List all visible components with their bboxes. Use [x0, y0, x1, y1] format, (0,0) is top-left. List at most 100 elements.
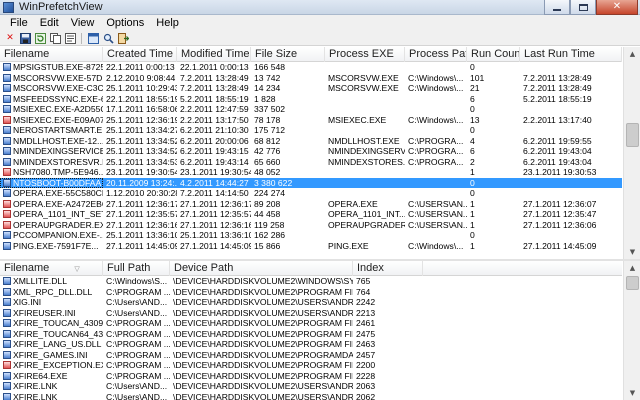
cell-text: \DEVICE\HARDDISKVOLUME2\PROGRAM FILES ..…: [173, 370, 353, 381]
cell-run-counter: 0: [467, 125, 520, 136]
cell-text: C:\PROGRAM ...: [106, 328, 170, 339]
delete-icon[interactable]: ✕: [4, 32, 16, 44]
cell-filename: XML_RPC_DLL.DLL: [0, 287, 103, 298]
table-row[interactable]: PCCOMPANION.EXE-... 25.1.2011 13:36:10 25.…: [0, 230, 622, 241]
prefetch-files-list[interactable]: Filename Created Time Modified Time File…: [0, 47, 640, 260]
referenced-files-list[interactable]: Filename ▽ Full Path Device Path Index X…: [0, 261, 640, 400]
cell-filename: OPERAUPGRADER.EXE...: [0, 220, 103, 231]
cell-device-path: \DEVICE\HARDDISKVOLUME2\PROGRAM FILES ..…: [170, 360, 353, 371]
scroll-up-icon[interactable]: ▲: [624, 261, 640, 275]
column-header-full-path[interactable]: Full Path: [103, 261, 170, 276]
table-row[interactable]: MSIEXEC.EXE-A2D55C...17.1.2011 16:58:062…: [0, 104, 622, 115]
menu-file[interactable]: File: [4, 15, 34, 31]
table-row[interactable]: XFIRE_EXCEPTION.EXE C:\PROGRAM ... \DEVICE…: [0, 360, 622, 371]
copy-icon[interactable]: [49, 32, 61, 44]
cell-file-size: 44 458: [251, 209, 325, 220]
file-icon: [3, 105, 11, 113]
table-row[interactable]: XMLLITE.DLL C:\Windows\S... \DEVICE\HARDDI…: [0, 276, 622, 287]
table-row[interactable]: NEROSTARTSMART.E... 25.1.2011 13:34:27 6.2…: [0, 125, 622, 136]
cell-file-size: 68 812: [251, 136, 325, 147]
table-row[interactable]: XML_RPC_DLL.DLL C:\PROGRAM ... \DEVICE\HAR…: [0, 287, 622, 298]
table-row[interactable]: OPERA.EXE-55C580CF...1.12.2010 20:30:287…: [0, 188, 622, 199]
cell-text: XFIREUSER.INI: [13, 307, 76, 318]
table-row[interactable]: NMINDEXINGSERVICE... 25.1.2011 13:34:52 6.…: [0, 146, 622, 157]
cell-file-size: 337 502: [251, 104, 325, 115]
table-row[interactable]: NTOSBOOT-B00DFAA... 20.11.2009 13:24:... 4…: [0, 177, 622, 188]
cell-text: 1: [470, 240, 475, 251]
cell-text: 15 866: [254, 240, 281, 251]
table-row[interactable]: NMDLLHOST.EXE-12... 25.1.2011 13:34:52 6.2…: [0, 136, 622, 147]
close-button[interactable]: ✕: [596, 0, 638, 15]
table-row[interactable]: XFIRE.LNK C:\Users\AND... \DEVICE\HARDDISK…: [0, 381, 622, 392]
menu-help[interactable]: Help: [150, 15, 185, 31]
minimize-button[interactable]: [544, 0, 570, 15]
table-row[interactable]: MSCORSVW.EXE-C3C... 25.1.2011 10:29:43 7.2…: [0, 83, 622, 94]
table-row[interactable]: MPSIGSTUB.EXE-8725... 22.1.2011 0:00:13 22…: [0, 62, 622, 73]
exit-icon[interactable]: [117, 32, 129, 44]
cell-run-counter: 2: [467, 157, 520, 168]
cell-filename: XFIRE_GAMES.INI: [0, 350, 103, 361]
column-header-modified-time[interactable]: Modified Time: [177, 47, 251, 62]
cell-text: \DEVICE\HARDDISKVOLUME2\PROGRAM FILES ..…: [173, 318, 353, 328]
cell-text: C:\PROGRA...: [408, 146, 464, 156]
column-header-process-exe[interactable]: Process EXE: [325, 47, 405, 62]
cell-text: NTOSBOOT-B00DFAA...: [13, 177, 103, 188]
scroll-up-icon[interactable]: ▲: [624, 47, 640, 61]
cell-run-counter: 1: [467, 167, 520, 178]
cell-text: 6.2.2011 19:59:55: [523, 135, 592, 146]
cell-text: 2463: [356, 339, 376, 349]
table-row[interactable]: NMINDEXSTORESVR.E...25.1.2011 13:34:536.…: [0, 157, 622, 168]
column-header-process-path[interactable]: Process Path: [405, 47, 467, 62]
table-row[interactable]: MSFEEDSSYNC.EXE-6... 22.1.2011 18:55:19 5.…: [0, 94, 622, 105]
save-icon[interactable]: [19, 32, 31, 44]
file-icon: [3, 73, 11, 82]
table-row[interactable]: XFIREUSER.INI C:\Users\AND... \DEVICE\HARD…: [0, 308, 622, 319]
search-icon[interactable]: [102, 32, 114, 44]
scrollbar-thumb[interactable]: [626, 123, 639, 147]
cell-modified-time: 6.2.2011 20:00:06: [177, 136, 251, 147]
table-row[interactable]: OPERAUPGRADER.EXE...27.1.2011 12:36:1627…: [0, 220, 622, 231]
column-header-filename[interactable]: Filename ▽: [0, 261, 103, 276]
column-header-file-size[interactable]: File Size: [251, 47, 325, 62]
table-row[interactable]: OPERA.EXE-A2472EBC...27.1.2011 12:36:172…: [0, 199, 622, 210]
table-row[interactable]: XFIRE_GAMES.INI C:\PROGRAM ... \DEVICE\HAR…: [0, 350, 622, 361]
cell-text: 3 380 622: [254, 177, 293, 188]
table-row[interactable]: OPERA_1101_INT_SET... 27.1.2011 12:35:57 2…: [0, 209, 622, 220]
cell-text: 25.1.2011 10:29:43: [106, 83, 177, 93]
table-row[interactable]: XFIRE_TOUCAN64_43... C:\PROGRAM ... \DEVIC…: [0, 329, 622, 340]
table-row[interactable]: XFIRE.LNK C:\Users\AND... \DEVICE\HARDDISK…: [0, 392, 622, 400]
cell-text: C:\PROGRA...: [408, 156, 464, 167]
scrollbar-thumb[interactable]: [626, 276, 639, 290]
table-row[interactable]: XFIRE_TOUCAN_4309... C:\PROGRAM ... \DEVIC…: [0, 318, 622, 329]
refresh-icon[interactable]: [34, 32, 46, 44]
column-header-created-time[interactable]: Created Time: [103, 47, 177, 62]
table-row[interactable]: PING.EXE-7591F7E... 27.1.2011 14:45:09 27.…: [0, 241, 622, 252]
table-row[interactable]: MSIEXEC.EXE-E09A07... 25.1.2011 12:36:19 2…: [0, 115, 622, 126]
scroll-down-icon[interactable]: ▼: [624, 386, 640, 400]
column-header-device-path[interactable]: Device Path: [170, 261, 353, 276]
table-row[interactable]: NSH7080.TMP-5E946... 23.1.2011 19:30:54 23…: [0, 167, 622, 178]
column-header-filename[interactable]: Filename: [0, 47, 103, 62]
referenced-list-scrollbar[interactable]: ▲ ▼: [623, 261, 640, 400]
column-header-run-counter[interactable]: Run Counter: [467, 47, 520, 62]
column-header-index[interactable]: Index: [353, 261, 423, 276]
scroll-down-icon[interactable]: ▼: [624, 245, 640, 259]
menu-view[interactable]: View: [65, 15, 101, 31]
menu-options[interactable]: Options: [100, 15, 150, 31]
prefetch-list-scrollbar[interactable]: ▲ ▼: [623, 47, 640, 259]
menu-edit[interactable]: Edit: [34, 15, 65, 31]
maximize-button[interactable]: [570, 0, 596, 15]
table-row[interactable]: XFIRE_LANG_US.DLL C:\PROGRAM ... \DEVICE\H…: [0, 339, 622, 350]
cell-process-exe: OPERA.EXE: [325, 199, 405, 210]
table-row[interactable]: XIG.INI C:\Users\AND... \DEVICE\HARDDISKVO…: [0, 297, 622, 308]
cell-file-size: 48 052: [251, 167, 325, 178]
file-icon: [3, 371, 11, 380]
column-header-last-run-time[interactable]: Last Run Time: [520, 47, 622, 62]
html-report-icon[interactable]: [87, 32, 99, 44]
cell-text: \DEVICE\HARDDISKVOLUME2\USERS\ANDREAS...: [173, 391, 353, 400]
table-row[interactable]: MSCORSVW.EXE-57D... 2.12.2010 9:08:44 7.2.…: [0, 73, 622, 84]
cell-file-size: 166 548: [251, 62, 325, 73]
table-row[interactable]: XFIRE64.EXE C:\PROGRAM ... \DEVICE\HARDDIS…: [0, 371, 622, 382]
cell-text: C:\Windows\...: [408, 114, 464, 125]
properties-icon[interactable]: [64, 32, 76, 44]
